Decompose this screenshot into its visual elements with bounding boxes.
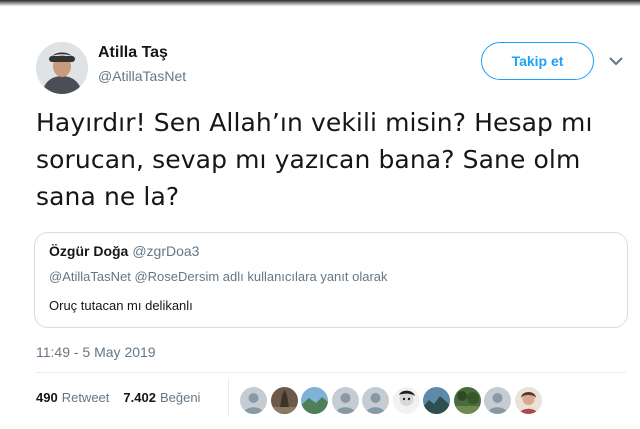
quoted-tweet-author: Özgür Doğa @zgrDoa3 — [49, 243, 199, 259]
tweet-text-line: Hayırdır! Sen Allah’ın vekili misin? Hes… — [36, 108, 593, 137]
tweet-stats: 490 Retweet 7.402 Beğeni — [36, 390, 214, 405]
tweet-text-line: sorucan, sevap mı yazıcan bana? Sane olm — [36, 145, 581, 174]
tweet-timestamp[interactable]: 11:49 - 5 May 2019 — [36, 344, 156, 360]
retweet-count-value: 490 — [36, 390, 58, 405]
stats-separator — [228, 378, 229, 416]
tweet-card: Atilla Taş @AtillaTasNet Takip et Hayırd… — [0, 6, 640, 429]
author-name[interactable]: Atilla Taş — [98, 44, 168, 62]
author-handle[interactable]: @AtillaTasNet — [98, 68, 186, 84]
divider — [36, 372, 626, 373]
like-count[interactable]: 7.402 Beğeni — [123, 390, 200, 405]
liker-avatar[interactable] — [331, 387, 359, 414]
liker-avatar[interactable] — [240, 387, 267, 414]
liker-avatar[interactable] — [423, 387, 450, 414]
liker-avatars — [240, 387, 545, 417]
quoted-author-handle: @zgrDoa3 — [132, 243, 200, 259]
liker-avatar[interactable] — [453, 387, 481, 414]
retweet-count-label: Retweet — [61, 390, 110, 405]
tweet-text-line: sana ne la? — [36, 182, 180, 211]
quoted-reply-context: @AtillaTasNet @RoseDersim adlı kullanıcı… — [49, 269, 388, 284]
quoted-tweet[interactable]: Özgür Doğa @zgrDoa3 @AtillaTasNet @RoseDe… — [34, 232, 628, 328]
liker-avatar[interactable] — [301, 387, 328, 414]
retweet-count[interactable]: 490 Retweet — [36, 390, 109, 405]
quoted-tweet-text: Oruç tutacan mı delikanlı — [49, 298, 193, 313]
liker-avatar[interactable] — [392, 387, 420, 414]
liker-avatar[interactable] — [514, 387, 542, 414]
liker-avatar[interactable] — [484, 387, 511, 414]
tweet-text: Hayırdır! Sen Allah’ın vekili misin? Hes… — [36, 104, 606, 215]
follow-button[interactable]: Takip et — [481, 42, 594, 80]
quoted-author-name: Özgür Doğa — [49, 243, 129, 259]
like-count-value: 7.402 — [123, 390, 156, 405]
liker-avatar[interactable] — [270, 387, 298, 414]
author-avatar[interactable] — [36, 42, 88, 94]
chevron-down-icon[interactable] — [608, 54, 624, 66]
liker-avatar[interactable] — [362, 387, 389, 414]
like-count-label: Beğeni — [159, 390, 201, 405]
